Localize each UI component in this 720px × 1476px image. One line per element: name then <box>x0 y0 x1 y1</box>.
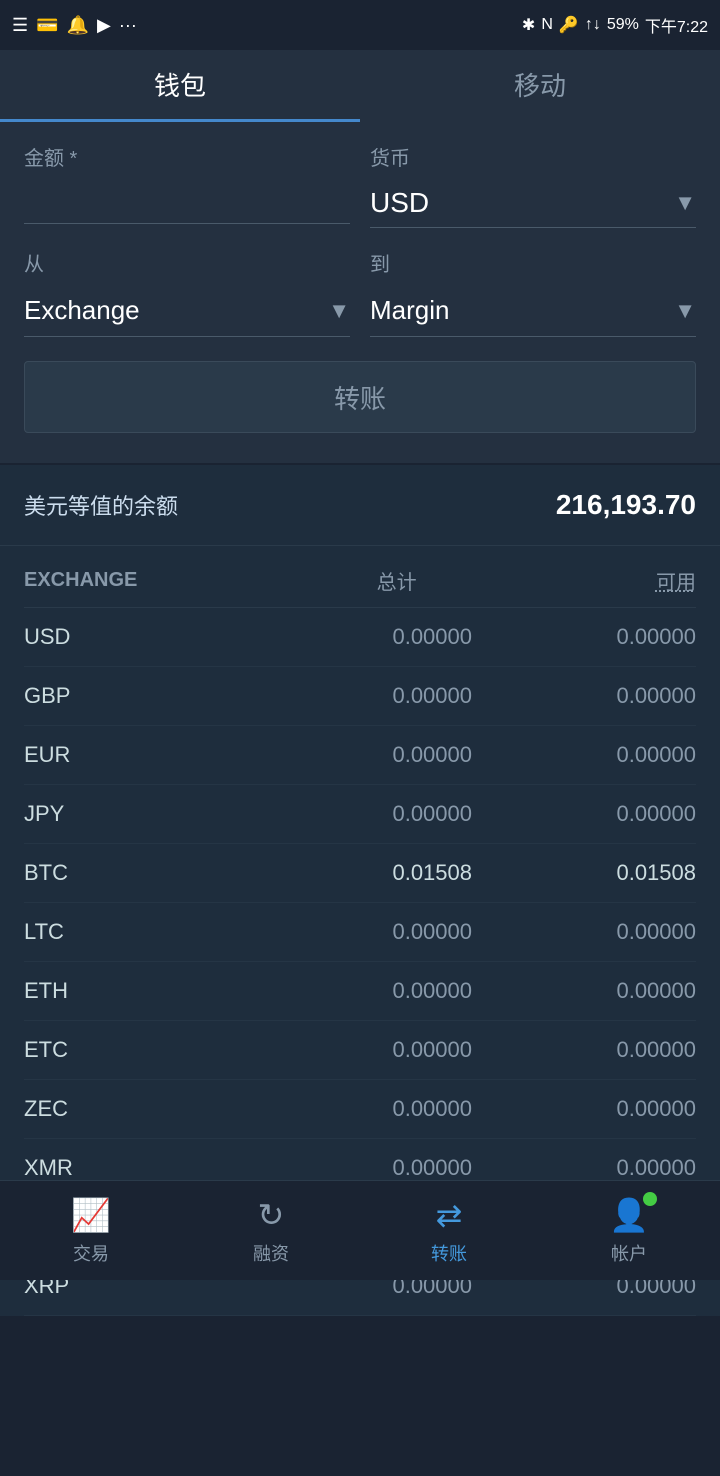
col-total-header: 总计 <box>277 566 417 595</box>
asset-name: GBP <box>24 683 248 709</box>
asset-row: GBP 0.00000 0.00000 <box>24 667 696 726</box>
nav-account[interactable]: 👤 帐户 <box>609 1196 649 1266</box>
asset-total: 0.00000 <box>248 742 472 768</box>
asset-name: ETH <box>24 978 248 1004</box>
bell-icon: 🔔 <box>67 15 89 36</box>
nav-trading[interactable]: 📈 交易 <box>71 1196 111 1266</box>
asset-total: 0.00000 <box>248 919 472 945</box>
currency-group: 货币 USD ▼ <box>370 142 696 228</box>
asset-name: ETC <box>24 1037 248 1063</box>
send-icon: ▶ <box>97 15 111 36</box>
from-to-row: 从 Exchange ▼ 到 Margin ▼ <box>24 248 696 337</box>
bluetooth-icon: ✱ <box>522 15 535 35</box>
col-available-header: 可用 <box>556 566 696 595</box>
asset-name: BTC <box>24 860 248 886</box>
asset-total: 0.00000 <box>248 683 472 709</box>
asset-name: EUR <box>24 742 248 768</box>
balance-row: 美元等值的余额 216,193.70 <box>24 489 696 521</box>
currency-select[interactable]: USD ▼ <box>370 179 696 228</box>
exchange-title: EXCHANGE <box>24 569 137 592</box>
asset-available: 0.00000 <box>472 624 696 650</box>
status-bar: ☰ 💳 🔔 ▶ ··· ✱ N 🔑 ↑↓ 59% 下午7:22 <box>0 0 720 50</box>
amount-input[interactable] <box>24 179 350 224</box>
currency-dropdown-arrow: ▼ <box>674 190 696 216</box>
to-label: 到 <box>370 248 696 277</box>
asset-row: JPY 0.00000 0.00000 <box>24 785 696 844</box>
asset-total: 0.00000 <box>248 1155 472 1181</box>
asset-row: USD 0.00000 0.00000 <box>24 608 696 667</box>
asset-name: ZEC <box>24 1096 248 1122</box>
asset-total: 0.01508 <box>248 860 472 886</box>
balance-value: 216,193.70 <box>556 489 696 521</box>
wallet-icon: 💳 <box>36 15 58 36</box>
account-dot <box>643 1192 657 1206</box>
from-dropdown-arrow: ▼ <box>328 298 350 324</box>
asset-total: 0.00000 <box>248 801 472 827</box>
asset-available: 0.00000 <box>472 978 696 1004</box>
nfc-icon: N <box>541 16 553 34</box>
asset-name: XMR <box>24 1155 248 1181</box>
asset-available: 0.00000 <box>472 1096 696 1122</box>
signal-icon: ↑↓ <box>585 16 601 34</box>
asset-available: 0.00000 <box>472 683 696 709</box>
asset-available: 0.00000 <box>472 801 696 827</box>
top-tab-bar: 钱包 移动 <box>0 50 720 122</box>
battery-text: 59% <box>607 16 639 34</box>
asset-available: 0.00000 <box>472 919 696 945</box>
amount-currency-row: 金额 * 货币 USD ▼ <box>24 142 696 228</box>
asset-row: ETC 0.00000 0.00000 <box>24 1021 696 1080</box>
asset-row: BTC 0.01508 0.01508 <box>24 844 696 903</box>
to-select[interactable]: Margin ▼ <box>370 285 696 337</box>
currency-value: USD <box>370 187 429 219</box>
to-dropdown-arrow: ▼ <box>674 298 696 324</box>
asset-available: 0.00000 <box>472 742 696 768</box>
bottom-nav: 📈 交易 ↻ 融资 ⇄ 转账 👤 帐户 <box>0 1180 720 1280</box>
asset-row: EUR 0.00000 0.00000 <box>24 726 696 785</box>
to-group: 到 Margin ▼ <box>370 248 696 337</box>
dots-icon: ··· <box>119 15 137 36</box>
amount-group: 金额 * <box>24 142 350 228</box>
funding-icon: ↻ <box>258 1196 285 1234</box>
transfer-button[interactable]: 转账 <box>24 361 696 433</box>
menu-icon: ☰ <box>12 15 28 36</box>
status-icons-right: ✱ N 🔑 ↑↓ 59% 下午7:22 <box>522 13 708 37</box>
asset-total: 0.00000 <box>248 1096 472 1122</box>
asset-row: ETH 0.00000 0.00000 <box>24 962 696 1021</box>
nav-transfer[interactable]: ⇄ 转账 <box>431 1196 467 1266</box>
asset-total: 0.00000 <box>248 1037 472 1063</box>
from-label: 从 <box>24 248 350 277</box>
currency-label: 货币 <box>370 142 696 171</box>
trading-icon: 📈 <box>71 1196 111 1234</box>
asset-available: 0.00000 <box>472 1155 696 1181</box>
asset-available: 0.00000 <box>472 1037 696 1063</box>
from-value: Exchange <box>24 295 140 326</box>
from-group: 从 Exchange ▼ <box>24 248 350 337</box>
amount-label: 金额 * <box>24 142 350 171</box>
exchange-header: EXCHANGE 总计 可用 <box>24 546 696 608</box>
transfer-icon: ⇄ <box>436 1196 463 1234</box>
asset-total: 0.00000 <box>248 978 472 1004</box>
asset-row: ZEC 0.00000 0.00000 <box>24 1080 696 1139</box>
time-display: 下午7:22 <box>645 13 708 37</box>
nav-funding[interactable]: ↻ 融资 <box>253 1196 289 1266</box>
from-select[interactable]: Exchange ▼ <box>24 285 350 337</box>
to-value: Margin <box>370 295 449 326</box>
status-icons-left: ☰ 💳 🔔 ▶ ··· <box>12 15 137 36</box>
balance-label: 美元等值的余额 <box>24 489 178 521</box>
asset-name: LTC <box>24 919 248 945</box>
tab-move[interactable]: 移动 <box>360 50 720 122</box>
tab-wallet[interactable]: 钱包 <box>0 50 360 122</box>
transfer-form: 金额 * 货币 USD ▼ 从 Exchange ▼ 到 <box>0 122 720 465</box>
asset-available: 0.01508 <box>472 860 696 886</box>
balance-section: 美元等值的余额 216,193.70 <box>0 465 720 546</box>
asset-row: LTC 0.00000 0.00000 <box>24 903 696 962</box>
asset-name: JPY <box>24 801 248 827</box>
asset-total: 0.00000 <box>248 624 472 650</box>
vpn-icon: 🔑 <box>559 15 579 35</box>
asset-name: USD <box>24 624 248 650</box>
